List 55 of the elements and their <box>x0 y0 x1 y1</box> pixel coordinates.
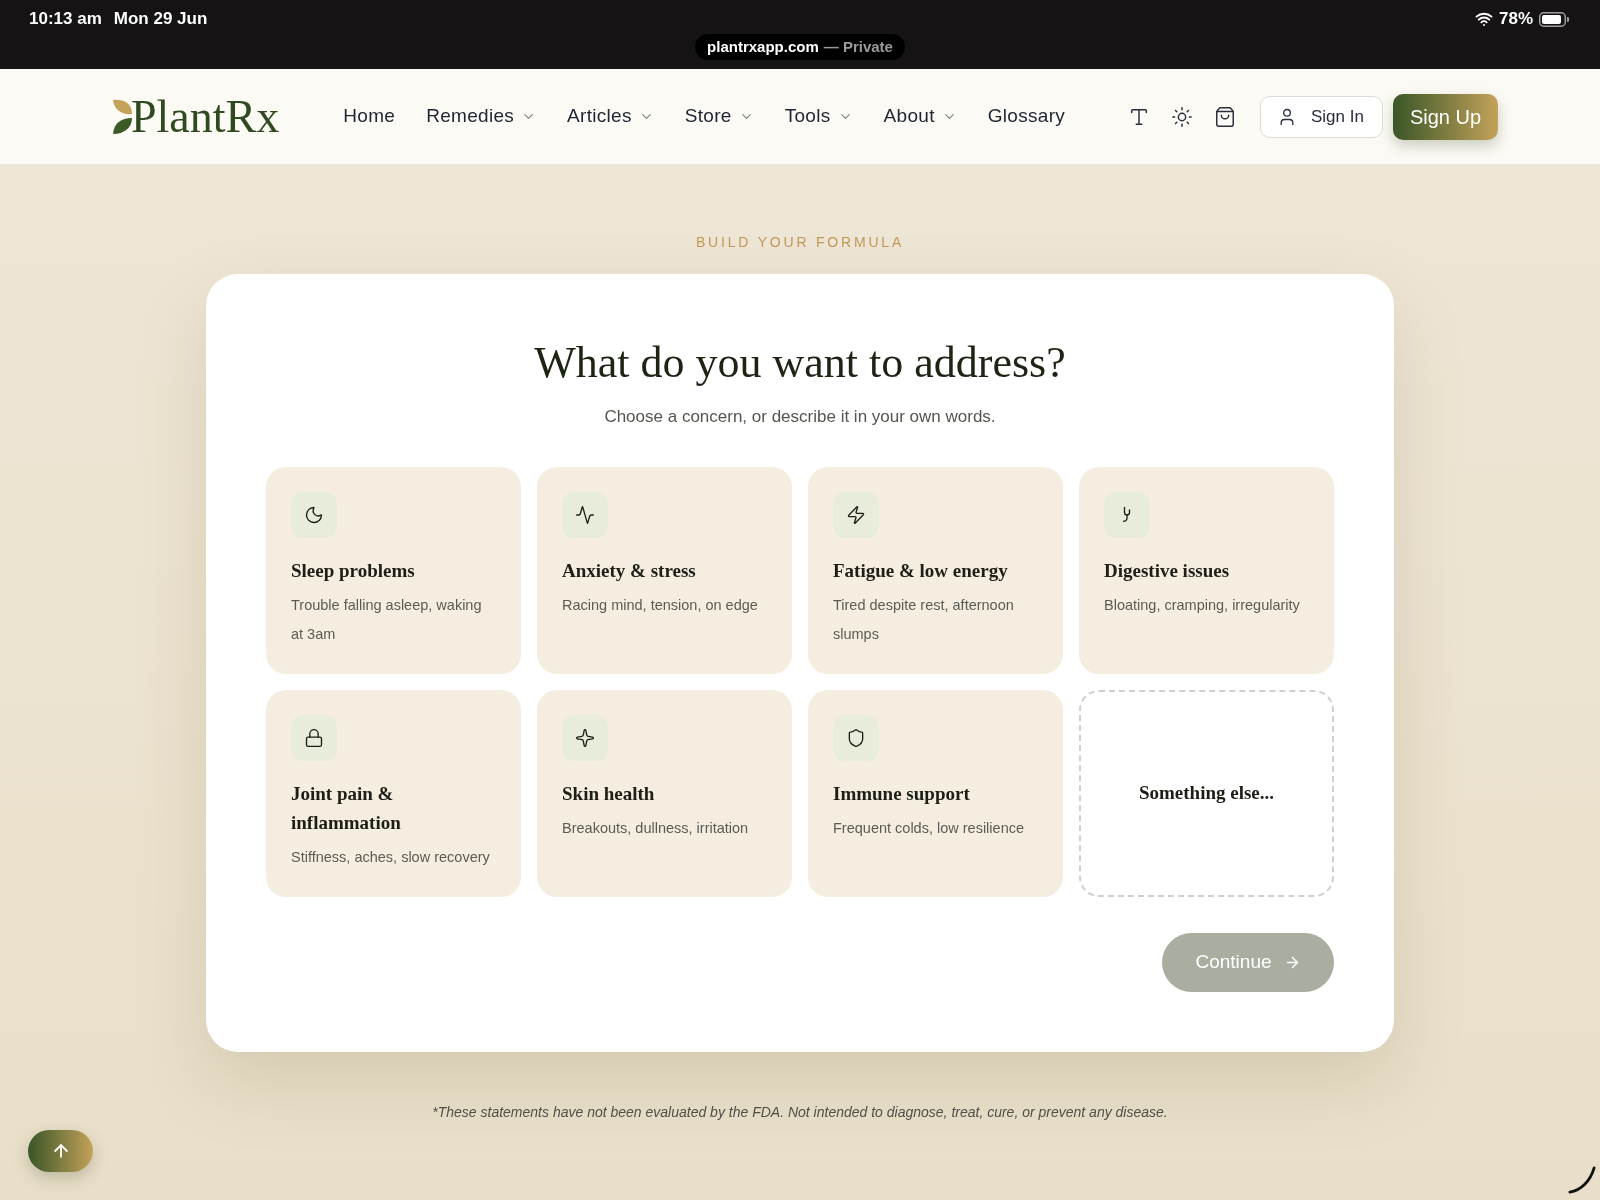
shopping-bag-icon <box>1214 105 1236 128</box>
nav-link[interactable]: About <box>883 102 957 131</box>
concern-card[interactable]: Sleep problems Trouble falling asleep, waking at 3am <box>266 467 521 674</box>
section-eyebrow: BUILD YOUR FORMULA <box>695 233 905 252</box>
sparkle-icon <box>562 715 608 761</box>
concern-card[interactable]: Skin health Breakouts, dullness, irritation <box>537 690 792 897</box>
card-title: Fatigue & low energy <box>833 559 1008 583</box>
card-description: Bloating, cramping, irregularity <box>1104 596 1300 615</box>
padlock-icon <box>291 715 337 761</box>
concern-card[interactable]: Anxiety & stress Racing mind, tension, on edge <box>537 467 792 674</box>
page-heading: What do you want to address? <box>534 337 1066 389</box>
card-description: Racing mind, tension, on edge <box>562 596 758 615</box>
logo-text[interactable]: PlantRx <box>131 93 280 140</box>
fda-disclaimer: *These statements have not been evaluated by the FDA. Not intended to diagnose, treat, cure, or prevent any disease. <box>432 1103 1168 1122</box>
card-title: Anxiety & stress <box>562 559 696 583</box>
nav-link[interactable]: Home <box>343 102 396 131</box>
nav-link[interactable]: Glossary <box>987 102 1066 131</box>
sign-up-button[interactable]: Sign Up <box>1393 93 1498 140</box>
concern-card[interactable]: Fatigue & low energy Tired despite rest, afternoon slumps <box>808 467 1063 674</box>
battery-percent: 78% <box>1498 8 1533 31</box>
nav-link[interactable]: Articles <box>567 102 654 131</box>
card-title: Skin health <box>562 782 655 806</box>
nav-link[interactable]: Tools <box>784 102 853 131</box>
sign-in-button[interactable]: Sign In <box>1260 95 1383 138</box>
wifi-icon <box>1474 10 1493 28</box>
page-subtitle: Choose a concern, or describe it in your own words. <box>604 406 996 428</box>
concern-card[interactable]: Digestive issues Bloating, cramping, irregularity <box>1079 467 1334 674</box>
card-description: Breakouts, dullness, irritation <box>562 819 749 838</box>
leaf-logo-icon <box>111 97 133 136</box>
url-text: plantrxapp.com <box>707 36 819 57</box>
card-description: Stiffness, aches, slow recovery <box>291 848 490 867</box>
card-description: Trouble falling asleep, waking at 3am <box>291 596 483 644</box>
lightning-icon <box>833 492 879 538</box>
sun-icon <box>1171 105 1193 128</box>
concern-card[interactable]: Immune support Frequent colds, low resilience <box>808 690 1063 897</box>
hook-icon <box>1104 492 1150 538</box>
status-date: Mon 29 Jun <box>113 8 208 31</box>
card-title: Joint pain & inflammation <box>291 782 402 835</box>
private-label: — Private <box>823 36 893 57</box>
card-description: Frequent colds, low resilience <box>833 819 1024 838</box>
card-title: Digestive issues <box>1104 559 1230 583</box>
battery-icon <box>1539 11 1569 27</box>
something-else-card[interactable]: Something else... <box>1079 690 1334 897</box>
card-description: Tired despite rest, afternoon slumps <box>833 596 1015 644</box>
shield-icon <box>833 715 879 761</box>
address-bar[interactable]: plantrxapp.com — Private <box>695 34 905 60</box>
concern-card[interactable]: Joint pain & inflammation Stiffness, aches, slow recovery <box>266 690 521 897</box>
nav-link[interactable]: Remedies <box>426 102 537 131</box>
card-title: Sleep problems <box>291 559 415 583</box>
status-time: 10:13 am <box>29 8 102 31</box>
corner-arc-icon <box>1568 1166 1596 1194</box>
moon-icon <box>291 492 337 538</box>
pulse-icon <box>562 492 608 538</box>
card-title: Immune support <box>833 782 970 806</box>
nav-link[interactable]: Store <box>684 102 754 131</box>
